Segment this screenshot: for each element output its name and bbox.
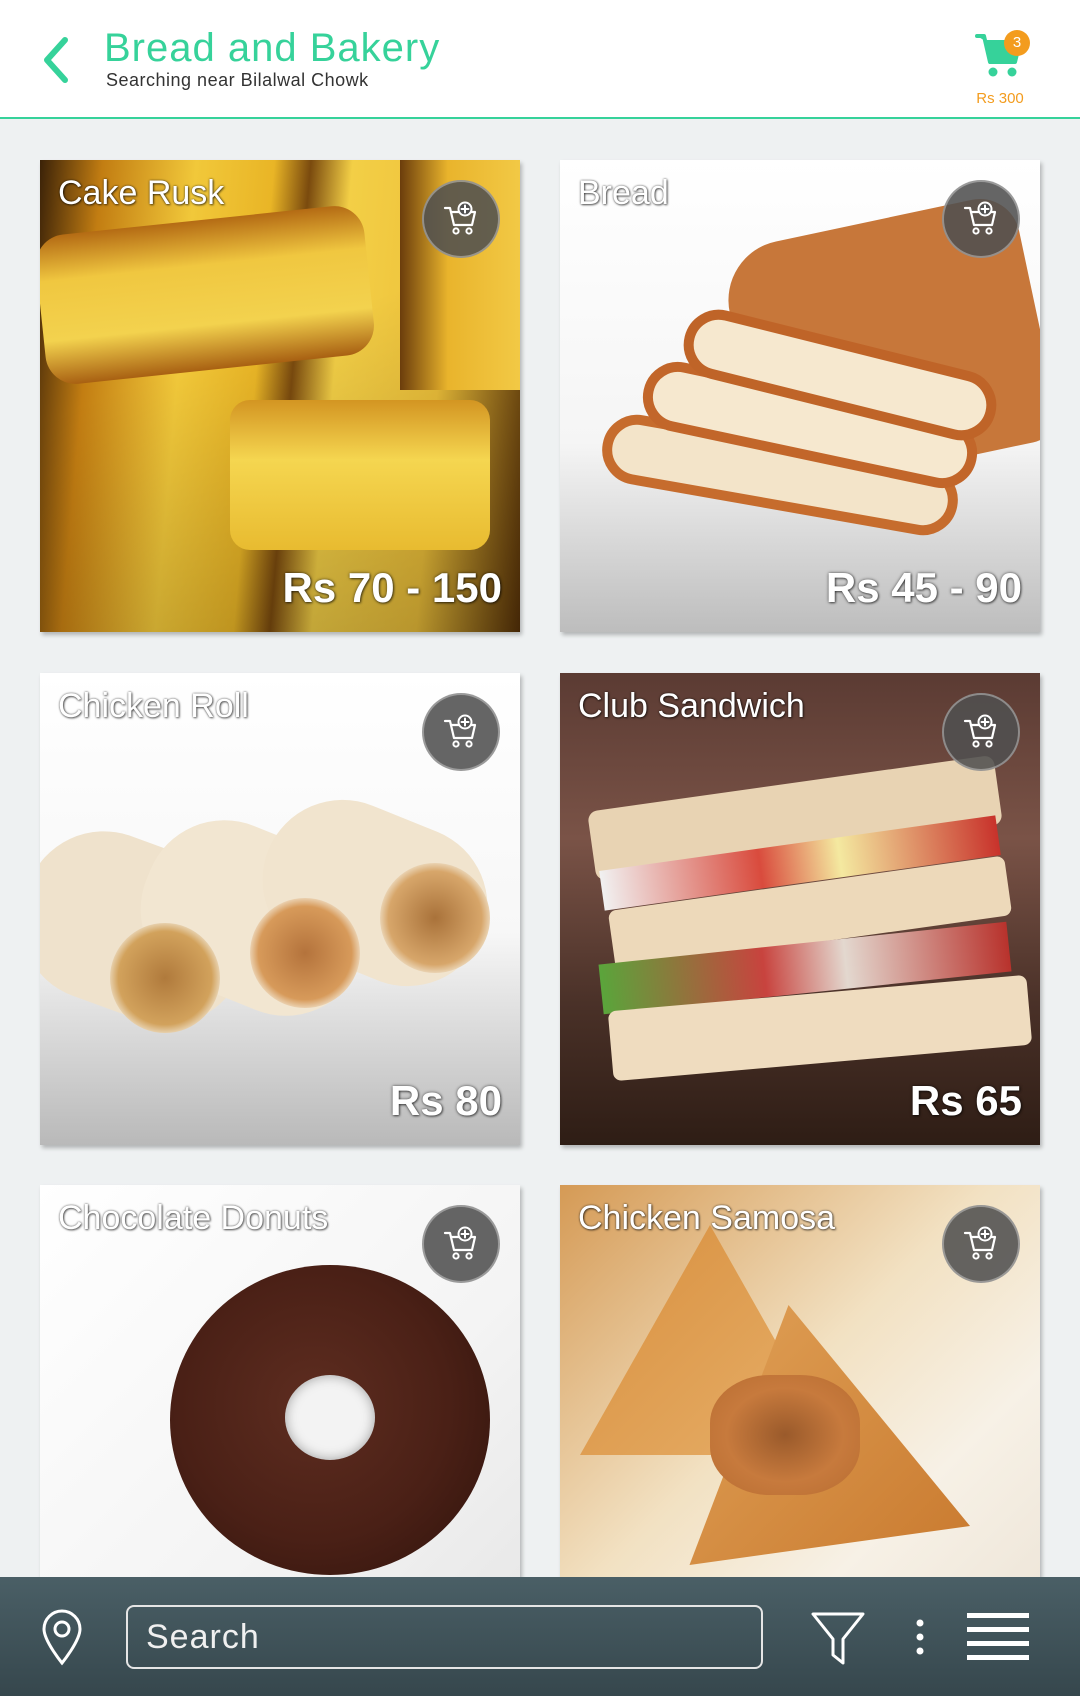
product-card[interactable]: Club Sandwich Rs 65 [560,673,1040,1145]
cart-total: Rs 300 [976,90,1024,107]
product-price: Rs 70 - 150 [282,564,502,611]
hamburger-menu-icon [967,1613,1029,1660]
app-header: Bread and Bakery Searching near Bilalwal… [0,0,1080,119]
product-card[interactable]: Chicken Roll Rs 80 [40,673,520,1145]
product-name: Club Sandwich [578,687,805,725]
product-name: Chicken Roll [58,687,249,725]
product-price: Rs 80 [389,1077,502,1124]
product-card[interactable]: Bread Rs 45 - 90 [560,160,1040,632]
product-price: Rs 65 [909,1077,1022,1124]
cart-count-badge: 3 [1004,30,1030,56]
roll-filling [110,923,220,1033]
menu-button[interactable] [965,1609,1031,1665]
add-to-cart-icon [441,712,481,752]
add-to-cart-button[interactable] [942,1205,1020,1283]
add-to-cart-icon [961,712,1001,752]
samosa-filling [710,1375,860,1495]
filter-button[interactable] [810,1609,866,1667]
location-button[interactable] [38,1607,86,1667]
add-to-cart-button[interactable] [422,1205,500,1283]
page-title: Bread and Bakery [104,26,441,70]
bottom-bar [0,1577,1080,1696]
product-name: Chocolate Donuts [58,1199,329,1237]
rusk-slice [230,400,490,550]
product-name: Bread [578,174,669,212]
donut-hole [285,1375,375,1460]
location-pin-icon [42,1609,82,1666]
add-to-cart-icon [961,199,1001,239]
add-to-cart-icon [961,1224,1001,1264]
back-button[interactable] [30,30,80,90]
cart-button[interactable]: 3 Rs 300 [960,28,1040,114]
filter-icon [811,1612,865,1665]
product-price: Rs 45 - 90 [825,564,1022,611]
back-arrow-icon [44,37,68,83]
roll-filling [250,898,360,1008]
add-to-cart-button[interactable] [422,693,500,771]
more-vertical-icon [916,1619,924,1655]
add-to-cart-button[interactable] [942,180,1020,258]
roll-filling [380,863,490,973]
location-subtitle: Searching near Bilalwal Chowk [106,70,369,90]
search-input[interactable] [126,1605,763,1669]
add-to-cart-icon [441,199,481,239]
product-name: Chicken Samosa [578,1199,836,1237]
add-to-cart-button[interactable] [422,180,500,258]
add-to-cart-button[interactable] [942,693,1020,771]
rusk-slice [40,203,377,387]
product-card[interactable]: Cake Rusk Rs 70 - 150 [40,160,520,632]
product-name: Cake Rusk [58,174,225,212]
more-options-button[interactable] [905,1607,935,1667]
add-to-cart-icon [441,1224,481,1264]
